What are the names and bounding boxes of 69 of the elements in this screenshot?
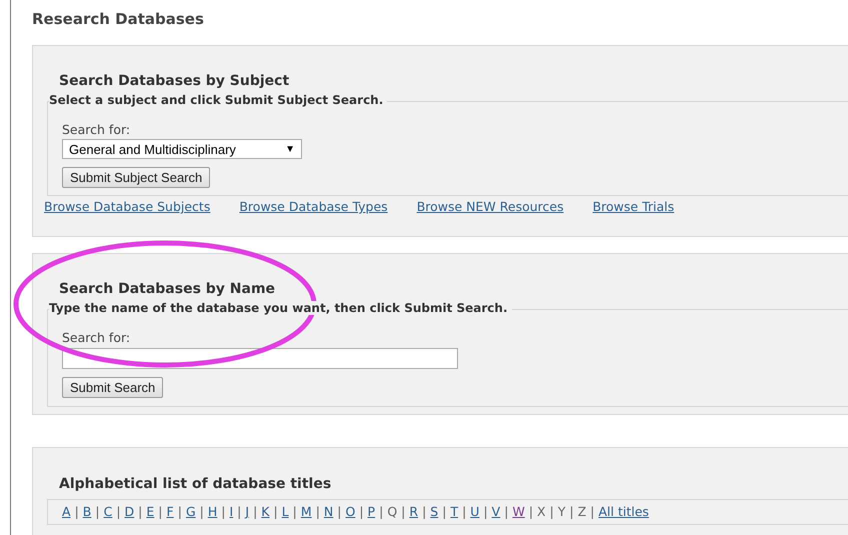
letter-link[interactable]: M xyxy=(300,504,312,519)
submit-search-button[interactable]: Submit Search xyxy=(62,377,164,398)
letter-link[interactable]: J xyxy=(245,504,250,519)
browse-link[interactable]: Browse NEW Resources xyxy=(416,199,564,214)
letter-link[interactable]: N xyxy=(324,504,334,519)
separator: | xyxy=(200,504,204,519)
letter-link[interactable]: All titles xyxy=(598,504,649,519)
submit-subject-button[interactable]: Submit Subject Search xyxy=(62,167,210,188)
letter-link[interactable]: C xyxy=(104,504,112,519)
browse-link[interactable]: Browse Trials xyxy=(592,199,674,214)
separator: | xyxy=(237,504,242,519)
separator: | xyxy=(74,504,79,519)
letter-text: Y xyxy=(558,504,566,519)
letter-link[interactable]: E xyxy=(146,504,154,519)
separator: | xyxy=(359,504,364,519)
separator: | xyxy=(422,504,426,519)
field-label: Search for: xyxy=(62,330,130,345)
section-heading: Search Databases by Name xyxy=(59,281,276,297)
separator: | xyxy=(528,504,534,519)
separator: | xyxy=(273,504,278,519)
field-label: Search for: xyxy=(62,122,130,137)
letter-link[interactable]: G xyxy=(186,504,196,519)
separator: | xyxy=(158,504,163,519)
separator: | xyxy=(401,504,406,519)
separator: | xyxy=(569,504,574,519)
fieldset-legend: Type the name of the database you want, then click Submit Search. xyxy=(49,301,512,315)
separator: | xyxy=(462,504,466,519)
separator: | xyxy=(337,504,342,519)
letter-link[interactable]: O xyxy=(345,504,356,519)
letter-link[interactable]: L xyxy=(282,504,289,519)
letter-link[interactable]: D xyxy=(124,504,134,519)
separator: | xyxy=(550,504,554,519)
separator: | xyxy=(483,504,488,519)
separator: | xyxy=(221,504,226,519)
letter-link[interactable]: A xyxy=(62,504,71,519)
separator: | xyxy=(379,504,384,519)
letter-link[interactable]: K xyxy=(261,504,270,519)
separator: | xyxy=(253,504,258,519)
separator: | xyxy=(178,504,182,519)
letter-link[interactable]: W xyxy=(512,504,525,519)
letter-link[interactable]: R xyxy=(409,504,418,519)
letter-link[interactable]: V xyxy=(492,504,500,519)
section-heading: Alphabetical list of database titles xyxy=(59,476,332,492)
browse-link[interactable]: Browse Database Types xyxy=(239,199,388,214)
separator: | xyxy=(292,504,297,519)
subject-dropdown[interactable]: General and Multidisciplinary ▼ xyxy=(62,139,302,159)
fieldset-legend: Select a subject and click Submit Subject Search. xyxy=(49,93,388,107)
separator: | xyxy=(95,504,100,519)
browse-link[interactable]: Browse Database Subjects xyxy=(44,199,210,214)
letter-link[interactable]: F xyxy=(166,504,174,519)
letter-link[interactable]: U xyxy=(470,504,480,519)
letter-link[interactable]: T xyxy=(450,504,458,519)
caret-icon: ▼ xyxy=(285,144,295,154)
separator: | xyxy=(116,504,121,519)
separator: | xyxy=(138,504,142,519)
letter-link[interactable]: I xyxy=(229,504,234,519)
letter-link[interactable]: H xyxy=(208,504,218,519)
letter-text: Q xyxy=(387,504,398,519)
letter-link[interactable]: S xyxy=(430,504,438,519)
section-heading: Search Databases by Subject xyxy=(59,73,290,89)
separator: | xyxy=(590,504,594,519)
letter-link[interactable]: B xyxy=(82,504,92,519)
separator: | xyxy=(504,504,508,519)
separator: | xyxy=(442,504,446,519)
page-title: Research Databases xyxy=(32,10,205,28)
letter-link[interactable]: P xyxy=(368,504,376,519)
separator: | xyxy=(316,504,320,519)
letter-text: X xyxy=(537,504,546,519)
letter-text: Z xyxy=(578,504,586,519)
